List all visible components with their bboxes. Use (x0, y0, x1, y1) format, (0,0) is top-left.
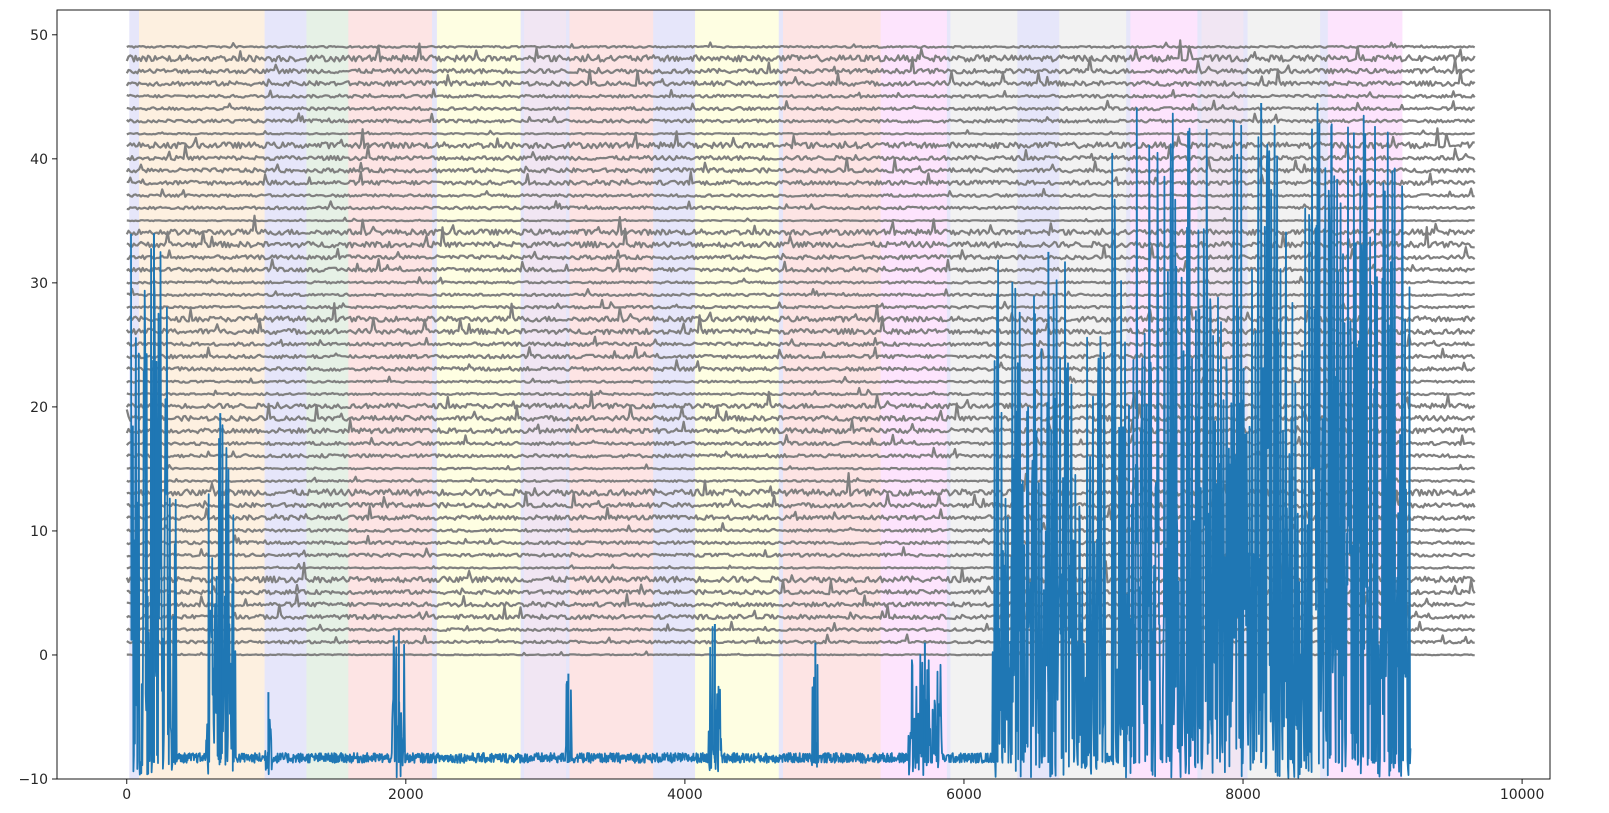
x-tick-label: 0 (122, 787, 131, 803)
x-tick-label: 4000 (667, 787, 703, 803)
y-tick-label: 0 (39, 648, 48, 664)
x-tick-label: 8000 (1225, 787, 1261, 803)
y-tick-label: 50 (30, 28, 48, 44)
x-tick-label: 10000 (1500, 787, 1545, 803)
y-tick-label: 30 (30, 276, 48, 292)
y-tick-label: 40 (30, 152, 48, 168)
x-tick-label: 2000 (388, 787, 424, 803)
x-tick-label: 6000 (946, 787, 982, 803)
y-tick-label: 10 (30, 524, 48, 540)
chart: 0 2000 4000 6000 8000 10000 −10 0 10 20 30 40 50 (0, 0, 1609, 813)
y-tick-label: −10 (18, 772, 48, 788)
y-tick-label: 20 (30, 400, 48, 416)
